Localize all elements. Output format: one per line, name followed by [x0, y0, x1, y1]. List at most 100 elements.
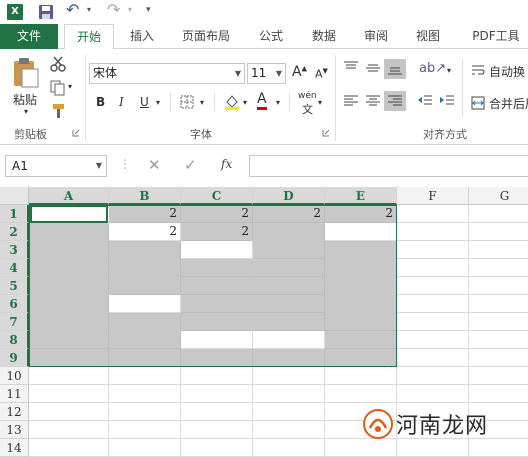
row-header-8[interactable]: 8	[0, 331, 29, 349]
cell-a11[interactable]	[29, 385, 109, 403]
cell-c14[interactable]	[181, 439, 253, 457]
align-left-icon[interactable]	[343, 94, 359, 108]
cell-b4[interactable]	[109, 259, 181, 277]
row-header-11[interactable]: 11	[0, 385, 29, 403]
underline-button[interactable]: U	[140, 95, 149, 109]
copy-icon[interactable]	[50, 80, 66, 96]
font-name-combo[interactable]: 宋体 ▼	[89, 63, 245, 84]
cell-a9[interactable]	[29, 349, 109, 367]
paste-button[interactable]: 粘贴	[8, 91, 42, 108]
wrap-text-icon[interactable]	[471, 64, 485, 78]
row-header-7[interactable]: 7	[0, 313, 29, 331]
row-header-6[interactable]: 6	[0, 295, 29, 313]
cell-c2[interactable]: 2	[181, 223, 253, 241]
fill-color-icon[interactable]	[223, 93, 241, 111]
cell-b14[interactable]	[109, 439, 181, 457]
cell-d4[interactable]	[253, 259, 325, 277]
tab-home[interactable]: 开始	[64, 24, 114, 50]
cell-d7[interactable]	[253, 313, 325, 331]
cell-d12[interactable]	[253, 403, 325, 421]
cell-g7[interactable]	[469, 313, 528, 331]
cell-a5[interactable]	[29, 277, 109, 295]
column-header-e[interactable]: E	[325, 187, 397, 205]
row-header-10[interactable]: 10	[0, 367, 29, 385]
merge-center-icon[interactable]	[471, 96, 485, 110]
cell-c6[interactable]	[181, 295, 253, 313]
column-header-b[interactable]: B	[109, 187, 181, 205]
formula-input[interactable]	[249, 155, 528, 177]
copy-dropdown-icon[interactable]: ▾	[68, 82, 72, 91]
cell-a13[interactable]	[29, 421, 109, 439]
borders-dropdown-icon[interactable]: ▾	[200, 98, 204, 107]
cell-a6[interactable]	[29, 295, 109, 313]
row-header-13[interactable]: 13	[0, 421, 29, 439]
column-header-f[interactable]: F	[397, 187, 469, 205]
cell-c9[interactable]	[181, 349, 253, 367]
tab-review[interactable]: 审阅	[358, 24, 394, 49]
cell-c10[interactable]	[181, 367, 253, 385]
cell-e9[interactable]	[325, 349, 397, 367]
cell-d1[interactable]: 2	[253, 205, 325, 223]
cell-f5[interactable]	[397, 277, 469, 295]
cell-f1[interactable]	[397, 205, 469, 223]
column-header-d[interactable]: D	[253, 187, 325, 205]
cell-b3[interactable]	[109, 241, 181, 259]
cell-c3[interactable]	[181, 241, 253, 259]
cell-f7[interactable]	[397, 313, 469, 331]
cell-d10[interactable]	[253, 367, 325, 385]
cell-g4[interactable]	[469, 259, 528, 277]
cell-f8[interactable]	[397, 331, 469, 349]
cell-c12[interactable]	[181, 403, 253, 421]
tab-insert[interactable]: 插入	[124, 24, 160, 49]
italic-button[interactable]: I	[119, 95, 124, 109]
cell-f6[interactable]	[397, 295, 469, 313]
bold-button[interactable]: B	[96, 95, 105, 109]
cell-a3[interactable]	[29, 241, 109, 259]
cancel-icon[interactable]: ✕	[148, 156, 161, 174]
phonetic-guide-icon[interactable]: wén	[298, 91, 317, 101]
align-middle-icon[interactable]	[365, 61, 381, 75]
cell-e4[interactable]	[325, 259, 397, 277]
insert-function-icon[interactable]: fx	[221, 157, 232, 171]
cell-b6[interactable]	[109, 295, 181, 313]
cell-g9[interactable]	[469, 349, 528, 367]
undo-icon[interactable]: ↶	[66, 0, 79, 20]
font-size-combo[interactable]: 11 ▼	[247, 63, 286, 84]
cell-b8[interactable]	[109, 331, 181, 349]
align-right-button[interactable]	[384, 91, 406, 111]
tab-view[interactable]: 视图	[410, 24, 446, 49]
cell-g5[interactable]	[469, 277, 528, 295]
cell-e11[interactable]	[325, 385, 397, 403]
cell-e2[interactable]	[325, 223, 397, 241]
cell-d9[interactable]	[253, 349, 325, 367]
align-bottom-button[interactable]	[384, 59, 406, 79]
cell-e6[interactable]	[325, 295, 397, 313]
cell-d13[interactable]	[253, 421, 325, 439]
column-header-g[interactable]: G	[469, 187, 528, 205]
tab-pdf-tools[interactable]: PDF工具	[466, 24, 526, 49]
cell-b12[interactable]	[109, 403, 181, 421]
row-header-2[interactable]: 2	[0, 223, 29, 241]
undo-dropdown-icon[interactable]: ▾	[87, 5, 91, 25]
cell-e7[interactable]	[325, 313, 397, 331]
row-header-1[interactable]: 1	[0, 205, 29, 223]
cell-c1[interactable]: 2	[181, 205, 253, 223]
phonetic-dropdown-icon[interactable]: ▾	[318, 98, 322, 107]
cell-c4[interactable]	[181, 259, 253, 277]
underline-dropdown-icon[interactable]: ▾	[156, 98, 160, 107]
cell-g8[interactable]	[469, 331, 528, 349]
orientation-icon[interactable]: ab↗	[419, 61, 446, 76]
cell-a2[interactable]	[29, 223, 109, 241]
cell-f4[interactable]	[397, 259, 469, 277]
cell-b10[interactable]	[109, 367, 181, 385]
cell-a7[interactable]	[29, 313, 109, 331]
cell-d8[interactable]	[253, 331, 325, 349]
row-header-5[interactable]: 5	[0, 277, 29, 295]
cell-f9[interactable]	[397, 349, 469, 367]
column-header-c[interactable]: C	[181, 187, 253, 205]
cell-b11[interactable]	[109, 385, 181, 403]
customize-qat-icon[interactable]: ▾	[146, 5, 151, 25]
merge-center-button[interactable]: 合并后居	[489, 95, 528, 112]
cell-f2[interactable]	[397, 223, 469, 241]
orientation-dropdown-icon[interactable]: ▾	[447, 66, 451, 75]
